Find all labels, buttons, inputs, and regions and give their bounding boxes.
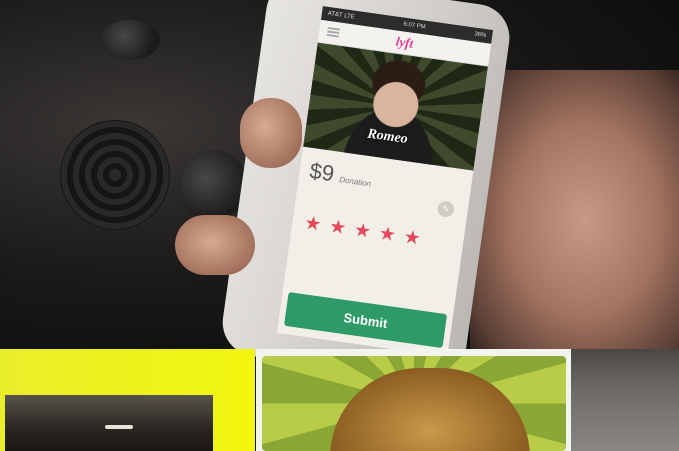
driver-name: Romeo xyxy=(366,126,409,148)
donation-label: Donation xyxy=(338,175,372,189)
photo-collage: AT&T LTE 6:07 PM 36% lyft Romeo $9 Donat… xyxy=(0,0,679,451)
dashboard-knob xyxy=(100,20,160,60)
hand xyxy=(470,70,679,370)
star-icon[interactable]: ★ xyxy=(377,223,397,246)
status-carrier: AT&T LTE xyxy=(327,10,355,21)
dashboard-vent xyxy=(60,120,170,230)
finger xyxy=(240,98,302,168)
star-icon[interactable]: ★ xyxy=(353,220,373,243)
donation-amount: $9 xyxy=(308,157,336,187)
star-icon[interactable]: ★ xyxy=(402,227,422,250)
lyft-logo: lyft xyxy=(394,33,415,51)
status-battery: 36% xyxy=(473,31,487,40)
thumbnail-photo xyxy=(5,395,213,451)
right-thumbnail-panel xyxy=(571,349,679,451)
menu-icon[interactable] xyxy=(326,26,340,38)
star-icon[interactable]: ★ xyxy=(328,216,348,239)
thumb xyxy=(175,215,255,275)
star-icon[interactable]: ★ xyxy=(303,213,323,236)
status-time: 6:07 PM xyxy=(402,21,426,31)
